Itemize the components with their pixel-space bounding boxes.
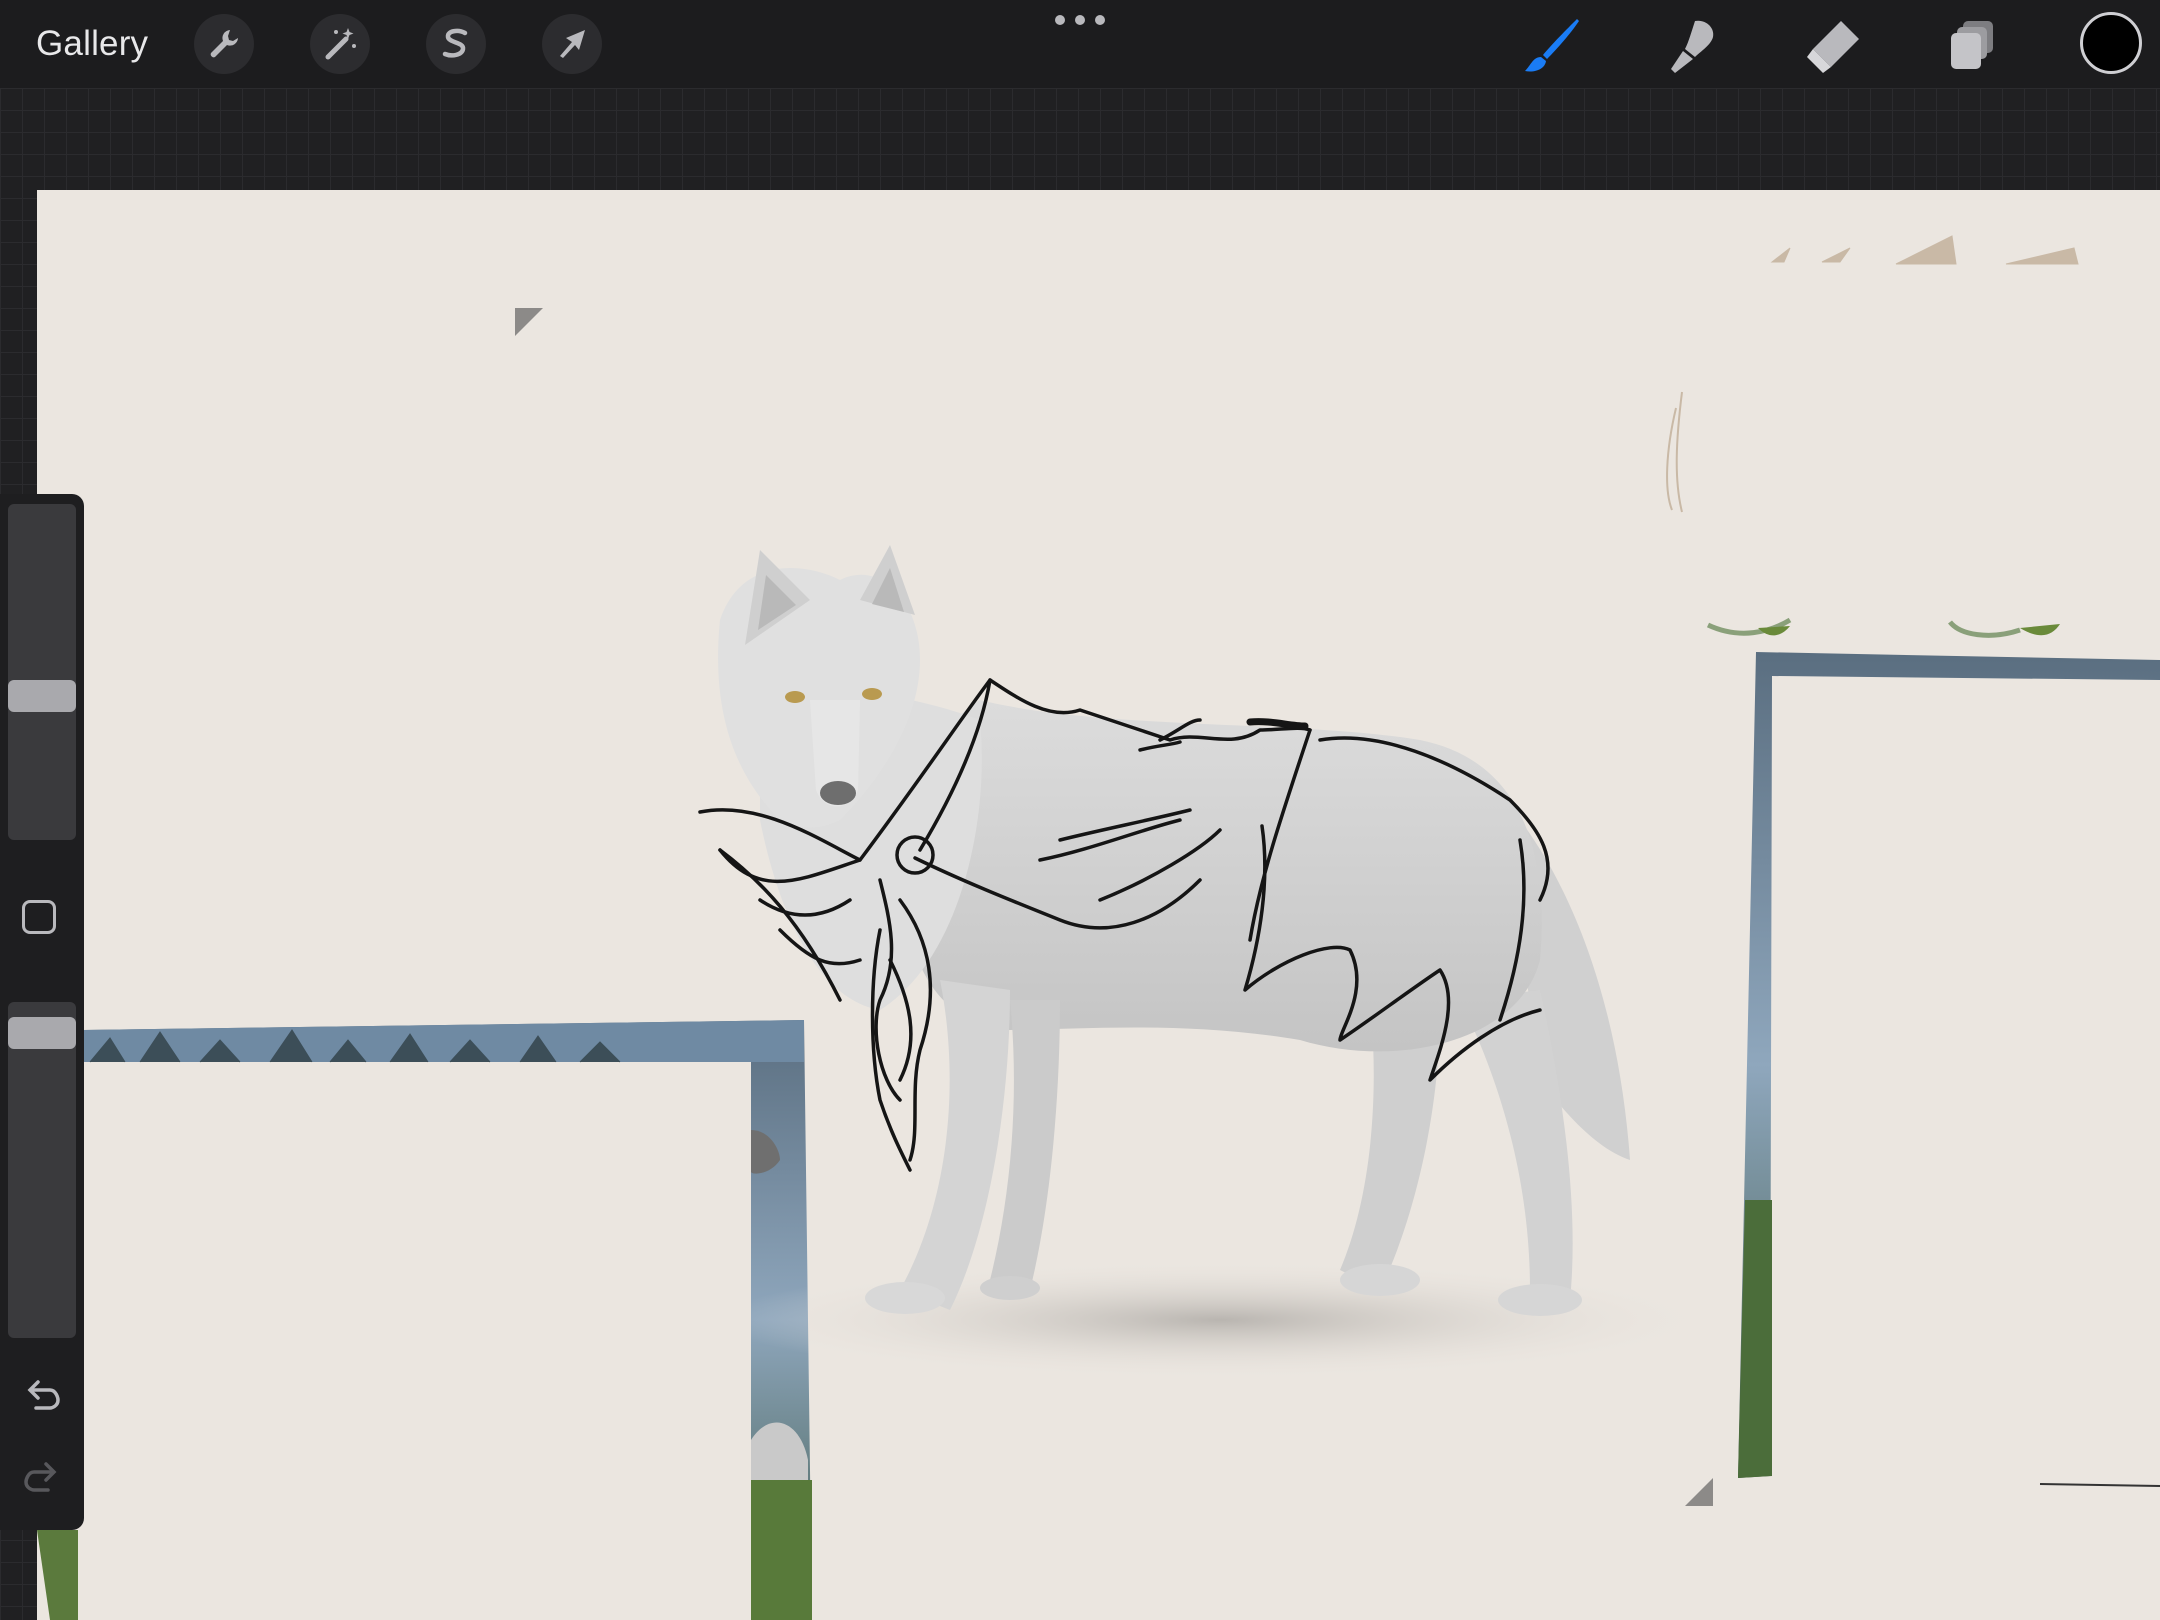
undo-button[interactable] — [16, 1370, 68, 1422]
top-toolbar: Gallery — [0, 0, 2160, 88]
landscape-fragment-left — [37, 1020, 812, 1620]
transform-button[interactable] — [542, 14, 602, 74]
more-dots-icon[interactable] — [1055, 8, 1105, 32]
layers-icon — [1951, 21, 1993, 69]
color-swatch[interactable] — [2080, 12, 2142, 74]
artwork — [37, 235, 2160, 1620]
corner-marker-bottom — [1685, 1478, 1713, 1506]
adjustments-button[interactable] — [310, 14, 370, 74]
brush-button[interactable] — [1520, 14, 1584, 78]
eraser-icon — [1807, 21, 1859, 73]
wolf-figure — [718, 545, 1630, 1316]
gallery-button[interactable]: Gallery — [36, 20, 148, 68]
corner-marker-top — [515, 308, 543, 336]
square-icon[interactable] — [22, 900, 56, 934]
arrow-cursor-icon — [560, 30, 585, 58]
brush-size-thumb[interactable] — [8, 680, 76, 712]
opacity-slider[interactable] — [8, 1002, 76, 1338]
left-sidebar — [0, 494, 84, 1530]
sketch-fragments — [1666, 235, 2079, 513]
selection-button[interactable] — [426, 14, 486, 74]
selection-s-icon — [442, 28, 468, 58]
layers-button[interactable] — [1940, 14, 2004, 78]
redo-icon — [24, 1462, 57, 1492]
actions-button[interactable] — [194, 14, 254, 74]
undo-icon — [27, 1380, 60, 1410]
brush-icon — [1525, 19, 1579, 72]
wrench-icon — [210, 30, 238, 58]
landscape-fragment-right — [1706, 617, 2160, 1487]
smudge-icon — [1671, 20, 1714, 73]
redo-button[interactable] — [16, 1452, 68, 1504]
eraser-button[interactable] — [1800, 14, 1864, 78]
magic-wand-icon — [325, 28, 356, 60]
brush-size-slider[interactable] — [8, 504, 76, 840]
drawing-canvas[interactable] — [37, 190, 2160, 1620]
smudge-button[interactable] — [1660, 14, 1724, 78]
opacity-thumb[interactable] — [8, 1017, 76, 1049]
